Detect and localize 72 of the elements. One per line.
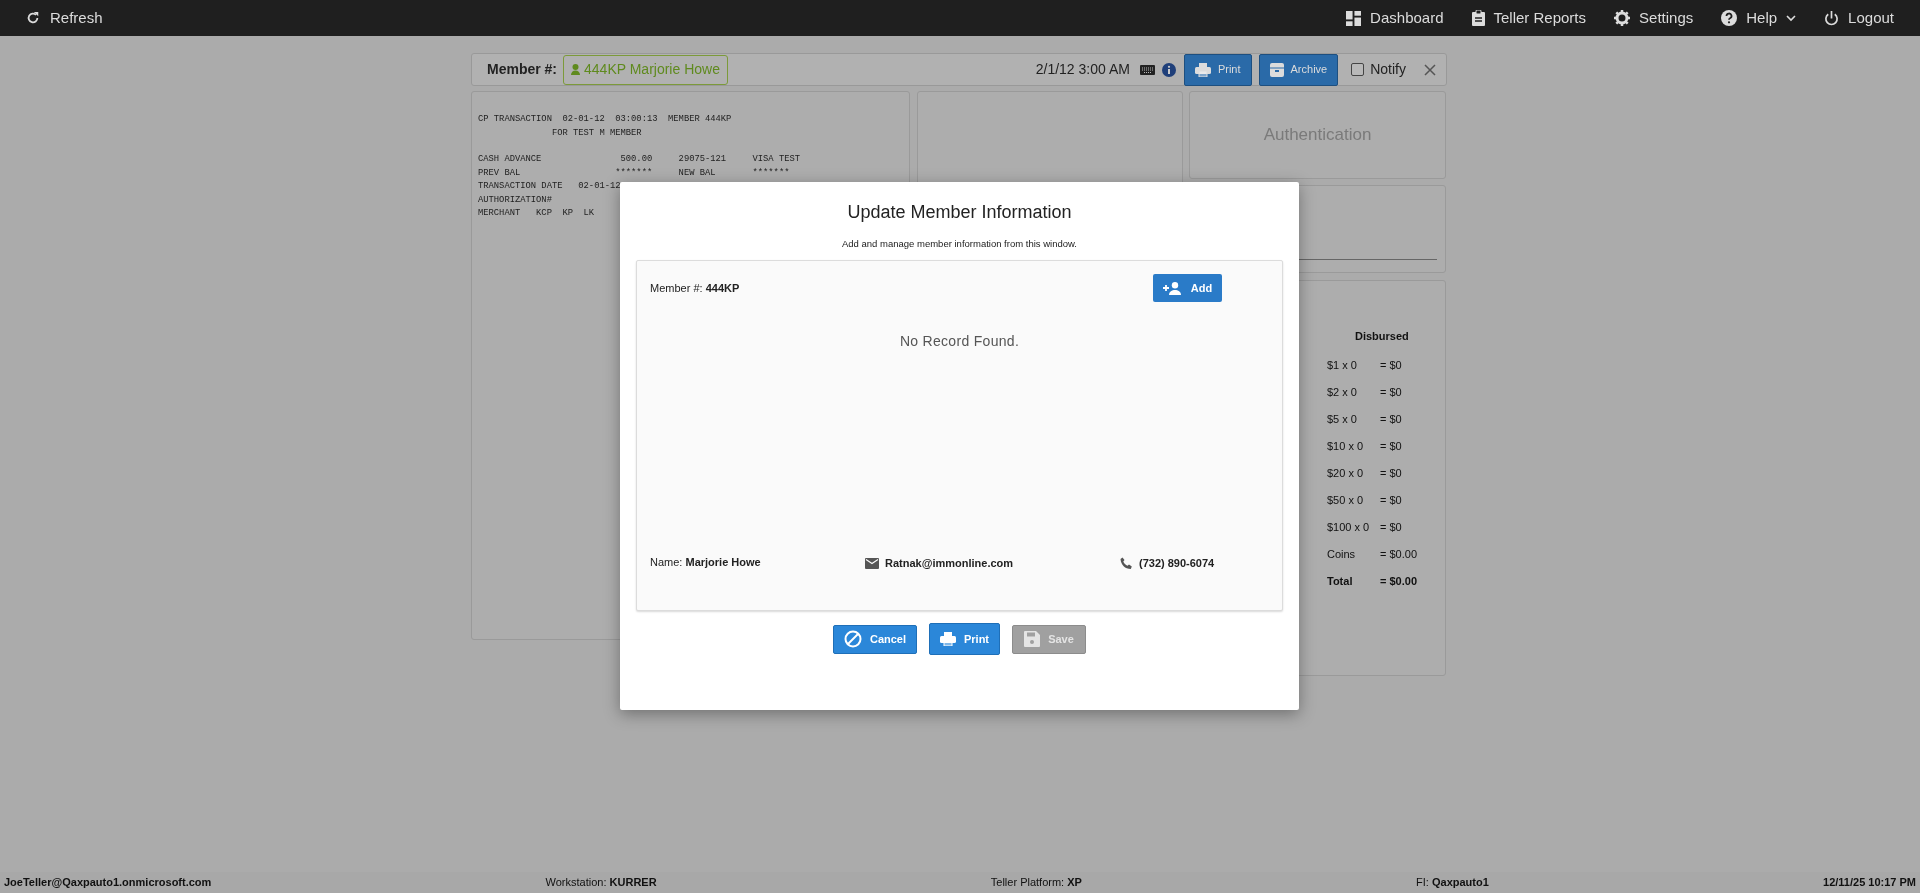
denomination-label: $10 x 0	[1327, 438, 1365, 454]
notify-checkbox[interactable]	[1351, 63, 1365, 76]
add-person-icon	[1162, 281, 1183, 295]
status-field: 12/11/25 10:17 PM	[1823, 874, 1916, 891]
member-phone: (732) 890-6074	[1139, 555, 1215, 571]
power-icon	[1824, 10, 1840, 26]
receipt-line: PREV BAL ******* NEW BAL *******	[478, 166, 790, 180]
receipt-line: MERCHANT KCP KP LK	[478, 207, 595, 220]
denomination-amount: = $0.00	[1380, 546, 1418, 562]
chevron-down-icon	[1786, 14, 1797, 22]
status-field: Teller Platform: XP	[990, 874, 1082, 891]
nav-item[interactable]: Settings	[1614, 6, 1694, 30]
total-label: Total	[1327, 573, 1354, 589]
denomination-amount: = $0	[1380, 438, 1403, 454]
archive-icon	[1269, 62, 1284, 77]
status-field: FI: Qaxpauto1	[1416, 874, 1489, 891]
refresh-icon	[26, 11, 40, 25]
modal-subtitle: Add and manage member information from this window.	[842, 237, 1077, 251]
nav-item[interactable]: Teller Reports	[1471, 6, 1587, 30]
help-icon	[1721, 10, 1738, 26]
close-icon[interactable]	[1424, 63, 1436, 76]
add-button[interactable]: Add	[1153, 274, 1222, 303]
denomination-amount: = $0	[1380, 492, 1403, 508]
dashboard-icon	[1346, 10, 1362, 26]
nav-item[interactable]: Logout	[1824, 6, 1894, 30]
denomination-label: Coins	[1327, 546, 1357, 562]
person-icon	[571, 64, 581, 75]
receipt-line: CP TRANSACTION 02-01-12 03:00:13 MEMBER 444KP	[478, 113, 732, 126]
dialog-button[interactable]: Cancel	[833, 624, 917, 654]
empty-message: No Record Found.	[899, 332, 1020, 352]
denomination-amount: = $0	[1380, 411, 1403, 427]
info-icon	[1161, 62, 1176, 77]
denomination-amount: = $0	[1380, 519, 1403, 535]
toolbar-button[interactable]: Print	[1183, 53, 1252, 86]
disbursed-title: Disbursed	[1355, 329, 1409, 344]
phone-icon	[1120, 556, 1133, 570]
modal-title: Update Member Information	[847, 201, 1072, 224]
notify-label: Notify	[1370, 60, 1406, 79]
printer-icon	[1194, 62, 1211, 77]
denomination-label: $100 x 0	[1327, 519, 1371, 535]
nav-item[interactable]: Dashboard	[1346, 6, 1444, 30]
toolbar-button[interactable]: Archive	[1258, 53, 1339, 86]
save-icon	[1024, 631, 1041, 648]
transaction-datetime: 2/1/12 3:00 AM	[1035, 60, 1130, 79]
denomination-amount: = $0	[1380, 357, 1403, 373]
denomination-label: $5 x 0	[1327, 411, 1358, 427]
email-icon	[865, 557, 879, 569]
nav-item[interactable]: Help	[1721, 6, 1797, 30]
denomination-label: $50 x 0	[1327, 492, 1365, 508]
status-field: JoeTeller@Qaxpauto1.onmicrosoft.com	[4, 874, 212, 891]
receipt-line: CASH ADVANCE 500.00 29075-121 VISA TEST	[478, 153, 801, 166]
cancel-icon	[843, 630, 862, 649]
member-email: Ratnak@immonline.com	[885, 555, 1014, 571]
member-number: Member #: 444KP	[650, 281, 740, 296]
receipt-line: FOR TEST M MEMBER	[550, 126, 642, 140]
denomination-label: $2 x 0	[1327, 384, 1358, 400]
keyboard-icon	[1139, 64, 1155, 75]
member-label: Member #:	[487, 60, 558, 79]
settings-icon	[1614, 10, 1631, 26]
denomination-label: $1 x 0	[1327, 357, 1358, 373]
clipboard-icon	[1471, 10, 1485, 26]
member-name: Name: Marjorie Howe	[650, 554, 762, 570]
receipt-line: TRANSACTION DATE 02-01-12	[478, 180, 621, 193]
receipt-line: AUTHORIZATION#	[478, 193, 552, 207]
total-amount: = $0.00	[1380, 573, 1418, 589]
denomination-label: $20 x 0	[1327, 465, 1365, 481]
dialog-button[interactable]: Print	[929, 623, 1000, 656]
denomination-amount: = $0	[1380, 465, 1403, 481]
status-field: Workstation: KURRER	[545, 874, 657, 891]
printer-icon	[939, 632, 956, 647]
denomination-amount: = $0	[1380, 384, 1403, 400]
refresh-button[interactable]: Refresh	[26, 6, 103, 30]
